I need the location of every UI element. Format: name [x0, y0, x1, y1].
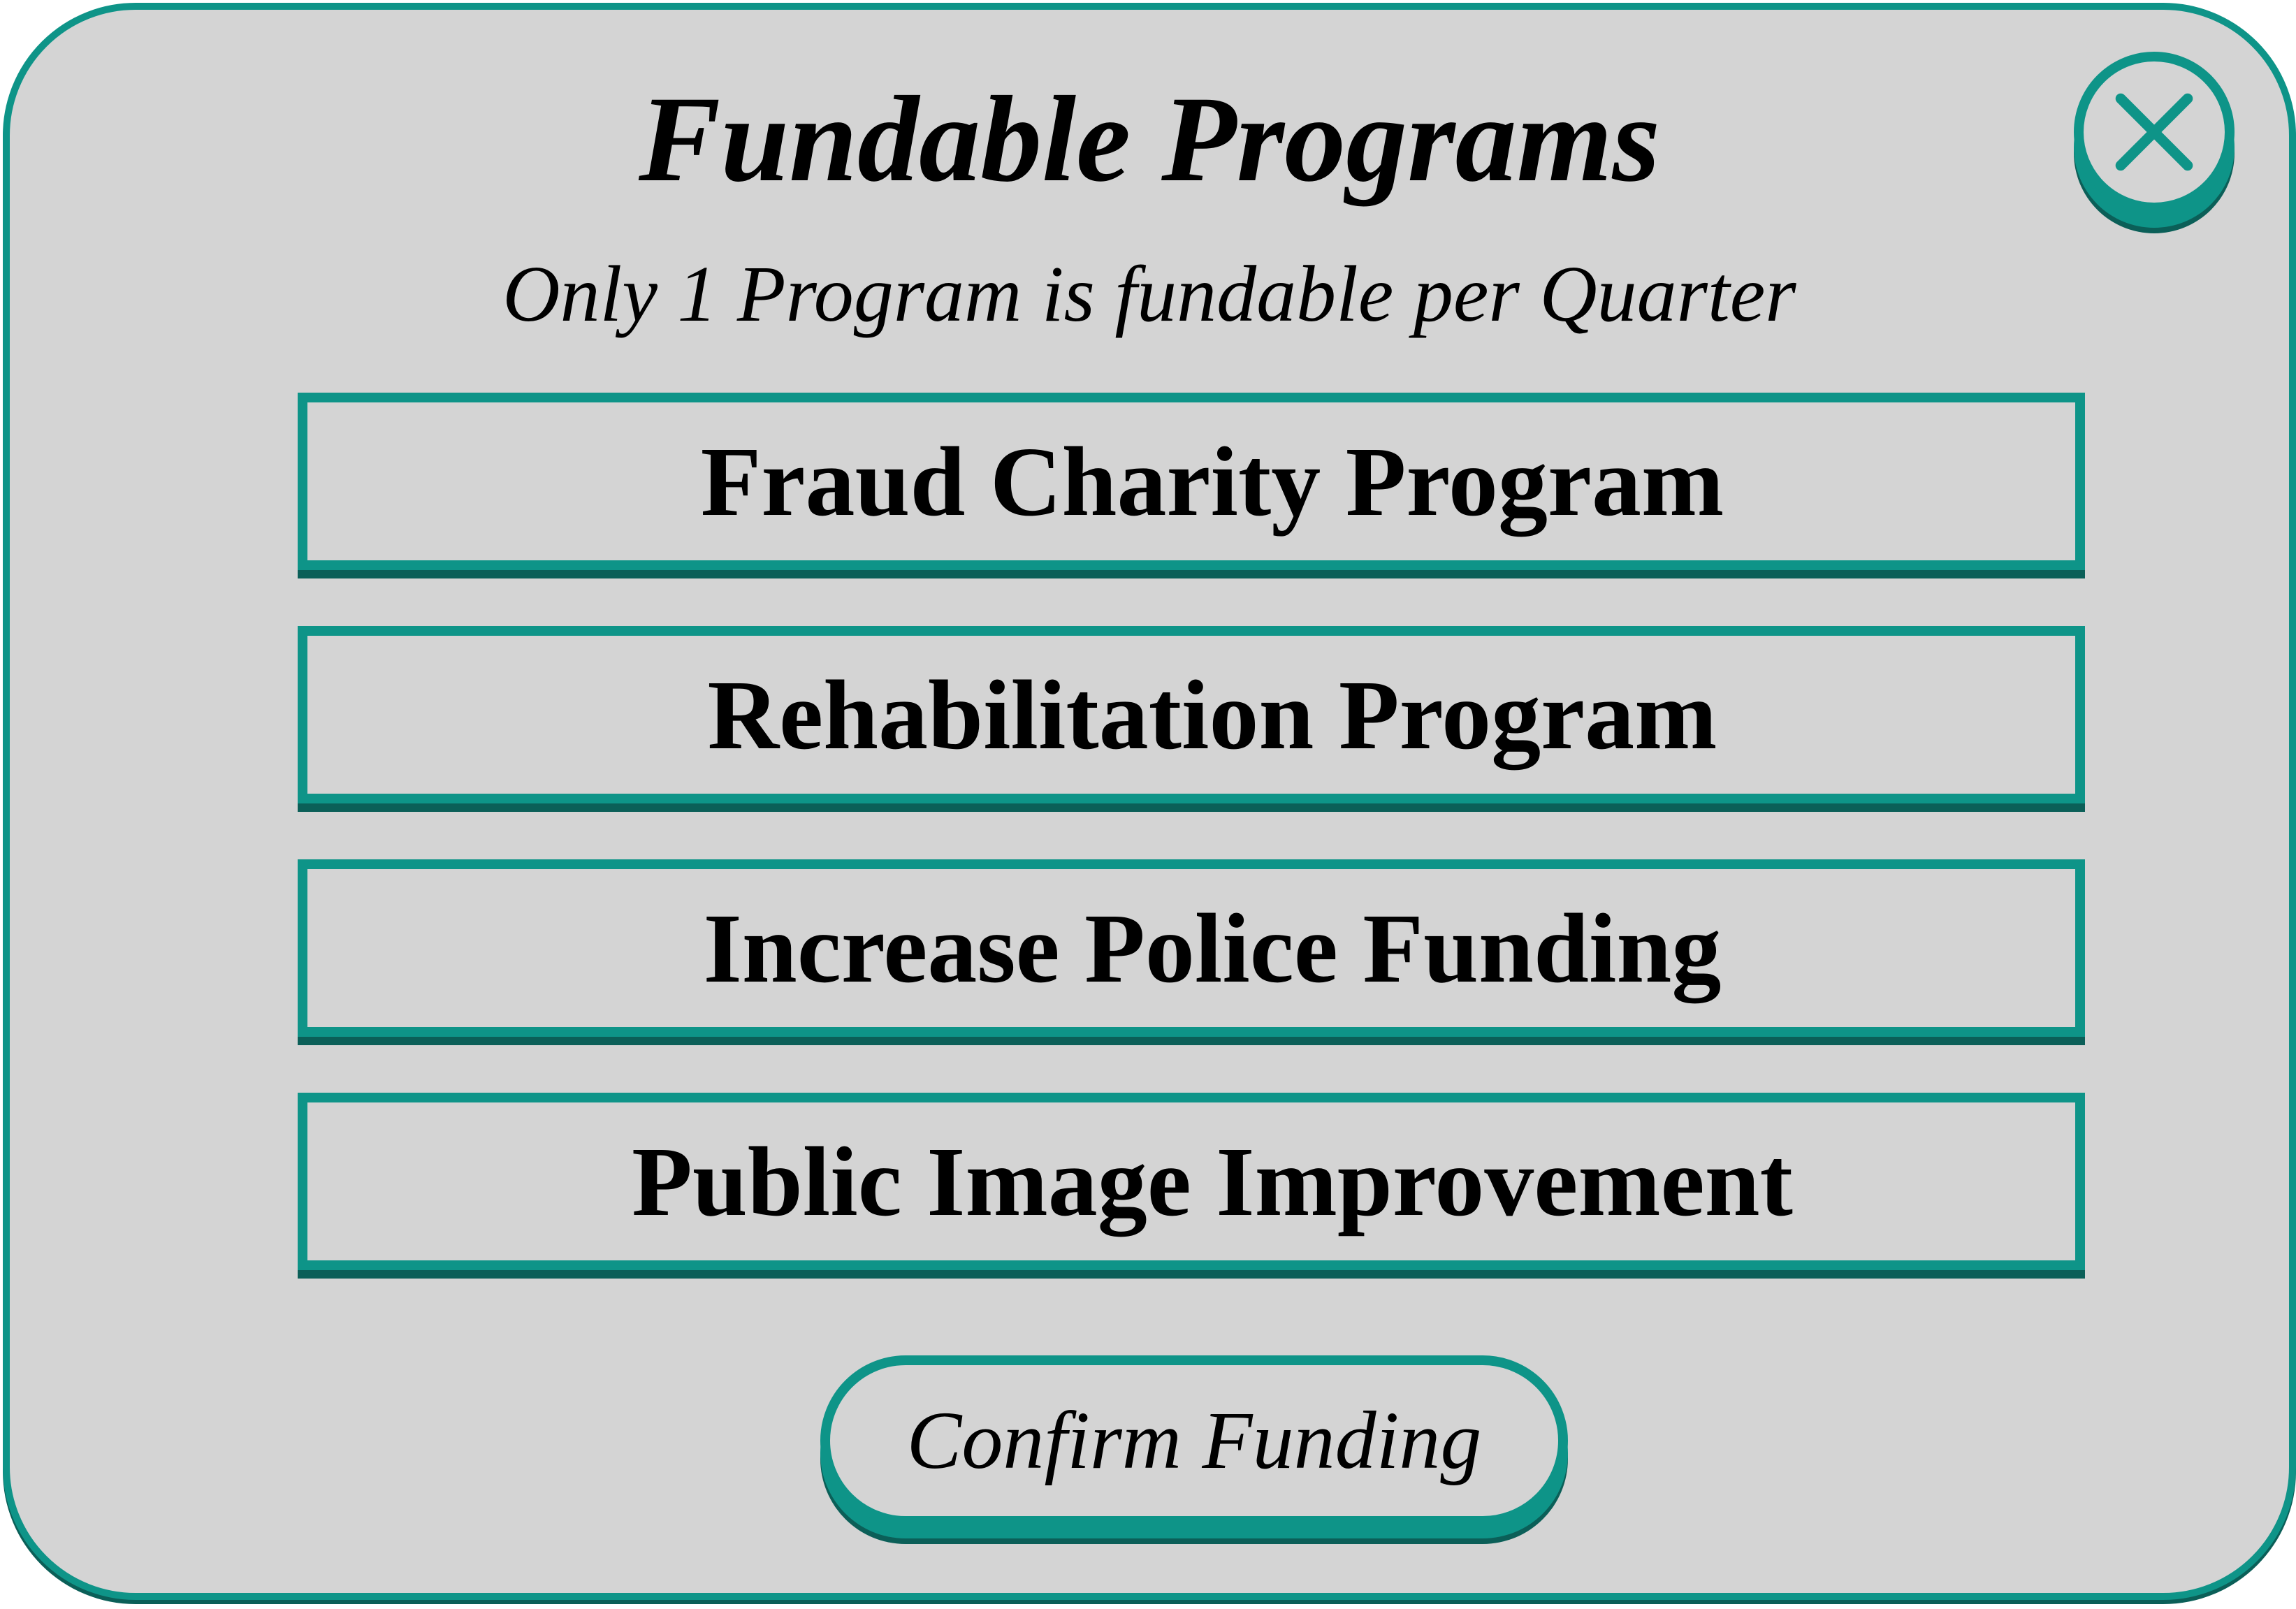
program-option-public-image-improvement[interactable]: Public Image Improvement — [298, 1093, 2085, 1270]
confirm-funding-button[interactable]: Confirm Funding — [820, 1355, 1568, 1526]
confirm-funding-label: Confirm Funding — [906, 1395, 1482, 1486]
close-button[interactable] — [2074, 52, 2235, 212]
program-options-list: Fraud Charity Program Rehabilitation Pro… — [298, 393, 2085, 1326]
program-option-rehabilitation[interactable]: Rehabilitation Program — [298, 626, 2085, 803]
dialog-subtitle: Only 1 Program is fundable per Quarter — [502, 249, 1796, 338]
program-option-label: Public Image Improvement — [632, 1126, 1793, 1237]
program-option-fraud-charity[interactable]: Fraud Charity Program — [298, 393, 2085, 570]
program-option-increase-police-funding[interactable]: Increase Police Funding — [298, 859, 2085, 1037]
close-x-icon — [2115, 93, 2193, 171]
program-option-label: Increase Police Funding — [703, 893, 1722, 1003]
program-option-label: Rehabilitation Program — [707, 660, 1717, 770]
fundable-programs-dialog: Fundable Programs Only 1 Program is fund… — [3, 3, 2296, 1600]
dialog-title: Fundable Programs — [638, 71, 1661, 208]
program-option-label: Fraud Charity Program — [700, 426, 1724, 537]
